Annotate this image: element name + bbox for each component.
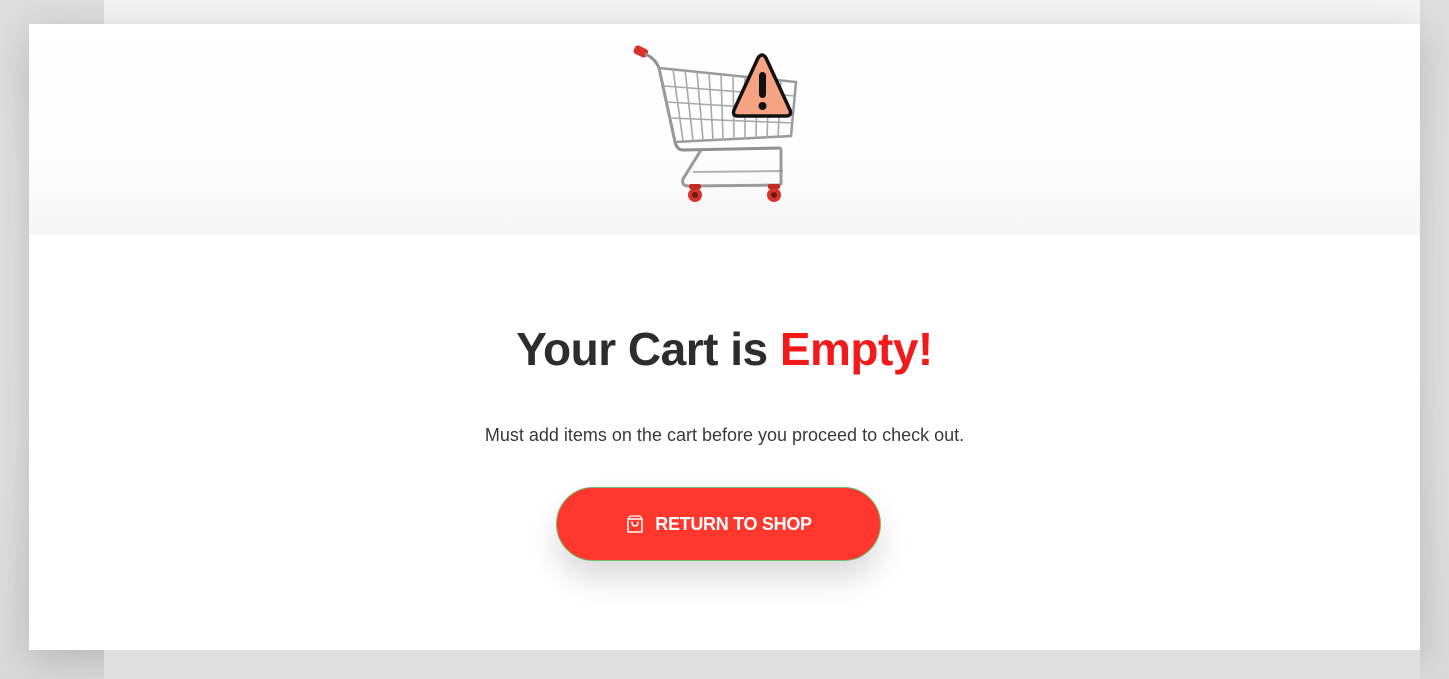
empty-cart-content: Your Cart is Empty! Must add items on th… (29, 235, 1420, 650)
page-title: Your Cart is Empty! (29, 321, 1420, 377)
bottom-strip (104, 650, 1420, 679)
top-strip (104, 0, 1420, 24)
empty-cart-card: Your Cart is Empty! Must add items on th… (29, 24, 1420, 650)
return-to-shop-label: RETURN TO SHOP (655, 513, 812, 534)
page-subtitle: Must add items on the cart before you pr… (484, 425, 965, 445)
shopping-bag-icon (627, 515, 643, 533)
title-main: Your Cart is (516, 323, 768, 375)
title-accent: Empty! (779, 323, 933, 375)
return-to-shop-button[interactable]: RETURN TO SHOP (556, 487, 881, 561)
hero-banner (29, 24, 1420, 235)
shopping-cart-warning-icon (633, 45, 798, 202)
